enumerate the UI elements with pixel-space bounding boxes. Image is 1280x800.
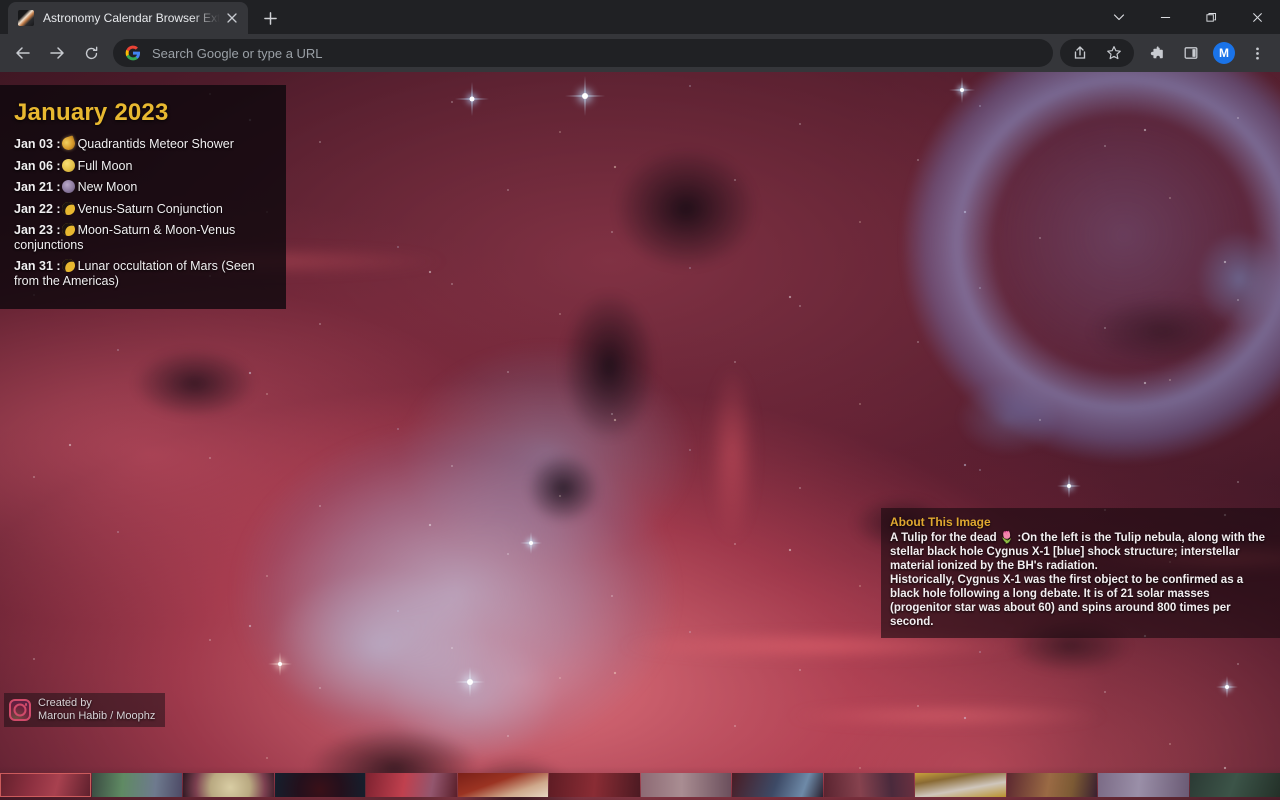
calendar-event-date: Jan 21 : [14, 180, 61, 194]
thumb-mars-horizon[interactable] [458, 773, 549, 797]
close-window-icon[interactable] [1234, 0, 1280, 34]
thumb-pale-nebula[interactable] [641, 773, 732, 797]
maximize-icon[interactable] [1188, 0, 1234, 34]
calendar-event-text: New Moon [78, 180, 138, 194]
about-paragraph-2: Historically, Cygnus X-1 was the first o… [890, 573, 1272, 629]
google-icon [125, 45, 141, 61]
thumb-blue-galaxy[interactable] [732, 773, 823, 797]
chevron-down-icon[interactable] [1096, 0, 1142, 34]
side-panel-icon[interactable] [1176, 38, 1206, 68]
calendar-event-text: Quadrantids Meteor Shower [78, 137, 234, 151]
avatar[interactable]: M [1213, 42, 1235, 64]
credit-text: Created by Maroun Habib / Moophz [38, 697, 155, 723]
calendar-event-row: Jan 22 : Venus-Saturn Conjunction [14, 202, 272, 217]
share-icon[interactable] [1065, 38, 1095, 68]
calendar-event-row: Jan 23 :Moon-Saturn & Moon-Venus conjunc… [14, 223, 272, 252]
new-moon-icon [62, 180, 75, 193]
tab-title: Astronomy Calendar Browser Ext [43, 11, 220, 25]
calendar-event-date: Jan 22 : [14, 202, 61, 216]
thumb-dark-eclipse[interactable] [275, 773, 366, 797]
extension-new-tab-page: January 2023 Jan 03 : Quadrantids Meteor … [0, 72, 1280, 800]
calendar-event-date: Jan 23 : [14, 223, 61, 237]
credit-line-1: Created by [38, 697, 155, 710]
full-moon-icon [62, 159, 75, 172]
calendar-event-date: Jan 06 : [14, 159, 61, 173]
calendar-event-row: Jan 03 : Quadrantids Meteor Shower [14, 137, 272, 152]
close-icon[interactable] [224, 10, 240, 26]
calendar-title: January 2023 [14, 99, 272, 127]
crescent-moon-icon [59, 257, 76, 274]
new-tab-button[interactable] [256, 4, 284, 32]
thumb-green-aurora[interactable] [92, 773, 183, 797]
meteor-icon [60, 135, 76, 151]
calendar-event-date: Jan 03 : [14, 137, 61, 151]
address-bar[interactable]: Search Google or type a URL [113, 39, 1053, 67]
thumb-red-filaments[interactable] [366, 773, 457, 797]
browser-toolbar: Search Google or type a URL [0, 34, 1280, 72]
thumb-red-dust[interactable] [549, 773, 640, 797]
three-dot-menu-icon[interactable] [1242, 38, 1272, 68]
about-title: About This Image [890, 515, 1272, 529]
thumb-violet-haze[interactable] [1098, 773, 1189, 797]
tab-strip: Astronomy Calendar Browser Ext [0, 0, 1280, 34]
crescent-moon-icon [59, 221, 76, 238]
astronomy-calendar-panel: January 2023 Jan 03 : Quadrantids Meteor … [0, 85, 286, 309]
credit-line-2: Maroun Habib / Moophz [38, 710, 155, 723]
calendar-event-text: Full Moon [78, 159, 133, 173]
bookmark-star-icon[interactable] [1099, 38, 1129, 68]
image-thumbnail-strip[interactable] [0, 766, 1280, 800]
calendar-event-list: Jan 03 : Quadrantids Meteor Shower Jan 06 … [14, 137, 272, 288]
browser-window: Astronomy Calendar Browser Ext [0, 0, 1280, 800]
address-bar-placeholder: Search Google or type a URL [152, 46, 323, 61]
browser-tab[interactable]: Astronomy Calendar Browser Ext [8, 2, 248, 34]
thumb-pillars[interactable] [824, 773, 915, 797]
astronomy-calendar-favicon [18, 10, 34, 26]
extensions-puzzle-icon[interactable] [1142, 38, 1172, 68]
thumb-golden-arc[interactable] [915, 773, 1006, 797]
reload-icon[interactable] [76, 38, 106, 68]
calendar-event-row: Jan 31 :Lunar occultation of Mars (Seen … [14, 259, 272, 288]
about-image-panel: About This Image A Tulip for the dead 🌷 … [881, 508, 1280, 638]
minimize-icon[interactable] [1142, 0, 1188, 34]
calendar-event-text: Venus-Saturn Conjunction [78, 202, 223, 216]
thumb-tulip-nebula[interactable] [0, 773, 91, 797]
calendar-event-date: Jan 31 : [14, 259, 61, 273]
omnibox-actions [1060, 39, 1134, 67]
about-description: A Tulip for the dead 🌷 :On the left is t… [890, 531, 1272, 629]
calendar-event-row: Jan 06 : Full Moon [14, 159, 272, 174]
thumb-dark-green-field[interactable] [1190, 773, 1280, 797]
calendar-event-row: Jan 21 : New Moon [14, 180, 272, 195]
credit-badge[interactable]: Created by Maroun Habib / Moophz [4, 693, 165, 727]
toolbar-actions: M [1060, 38, 1274, 68]
crescent-moon-icon [59, 199, 76, 216]
tab-list: Astronomy Calendar Browser Ext [0, 2, 284, 34]
about-paragraph-1: A Tulip for the dead 🌷 :On the left is t… [890, 531, 1272, 573]
back-icon[interactable] [8, 38, 38, 68]
instagram-icon[interactable] [9, 699, 31, 721]
forward-icon[interactable] [42, 38, 72, 68]
thumb-orange-clouds[interactable] [1007, 773, 1098, 797]
window-controls [1096, 0, 1280, 34]
thumb-moon-surface[interactable] [183, 773, 274, 797]
